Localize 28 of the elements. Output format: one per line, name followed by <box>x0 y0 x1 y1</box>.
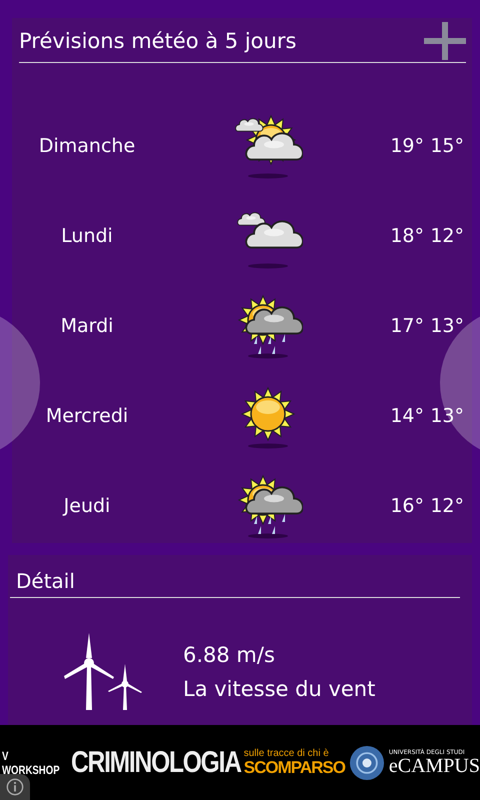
low-temperature: 15° <box>429 135 465 157</box>
ad-tagline: sulle tracce di chi è <box>244 749 330 759</box>
low-temperature: 12° <box>429 495 465 517</box>
high-temperature: 19° <box>389 135 424 157</box>
day-name: Lundi <box>60 225 114 247</box>
detail-title: Détail <box>10 555 460 598</box>
high-temperature: 18° <box>389 225 424 247</box>
low-temperature: 13° <box>429 405 465 427</box>
high-temperature: 14° <box>389 405 424 427</box>
day-name: Mardi <box>60 315 114 337</box>
wind-speed: 6.88 m/s <box>183 643 276 667</box>
day-name: Mercredi <box>44 405 130 427</box>
seal-icon <box>348 744 385 782</box>
low-temperature: 13° <box>429 315 465 337</box>
high-temperature: 16° <box>389 495 424 517</box>
info-icon <box>6 778 24 796</box>
wind-speed-label: La vitesse du vent <box>183 677 376 701</box>
ad-tagline: SCOMPARSO <box>244 759 345 776</box>
day-name: Dimanche <box>38 135 136 157</box>
high-temperature: 17° <box>389 315 424 337</box>
add-icon[interactable] <box>424 22 466 60</box>
info-button[interactable] <box>0 774 30 800</box>
ad-brand: eCAMPUS <box>388 756 480 776</box>
ad-text: V WORKSHOP <box>2 748 61 776</box>
forecast-title: Prévisions météo à 5 jours <box>19 29 296 53</box>
ad-title: CRIMINOLOGIA <box>70 746 240 780</box>
low-temperature: 12° <box>429 225 465 247</box>
day-name: Jeudi <box>62 495 112 517</box>
